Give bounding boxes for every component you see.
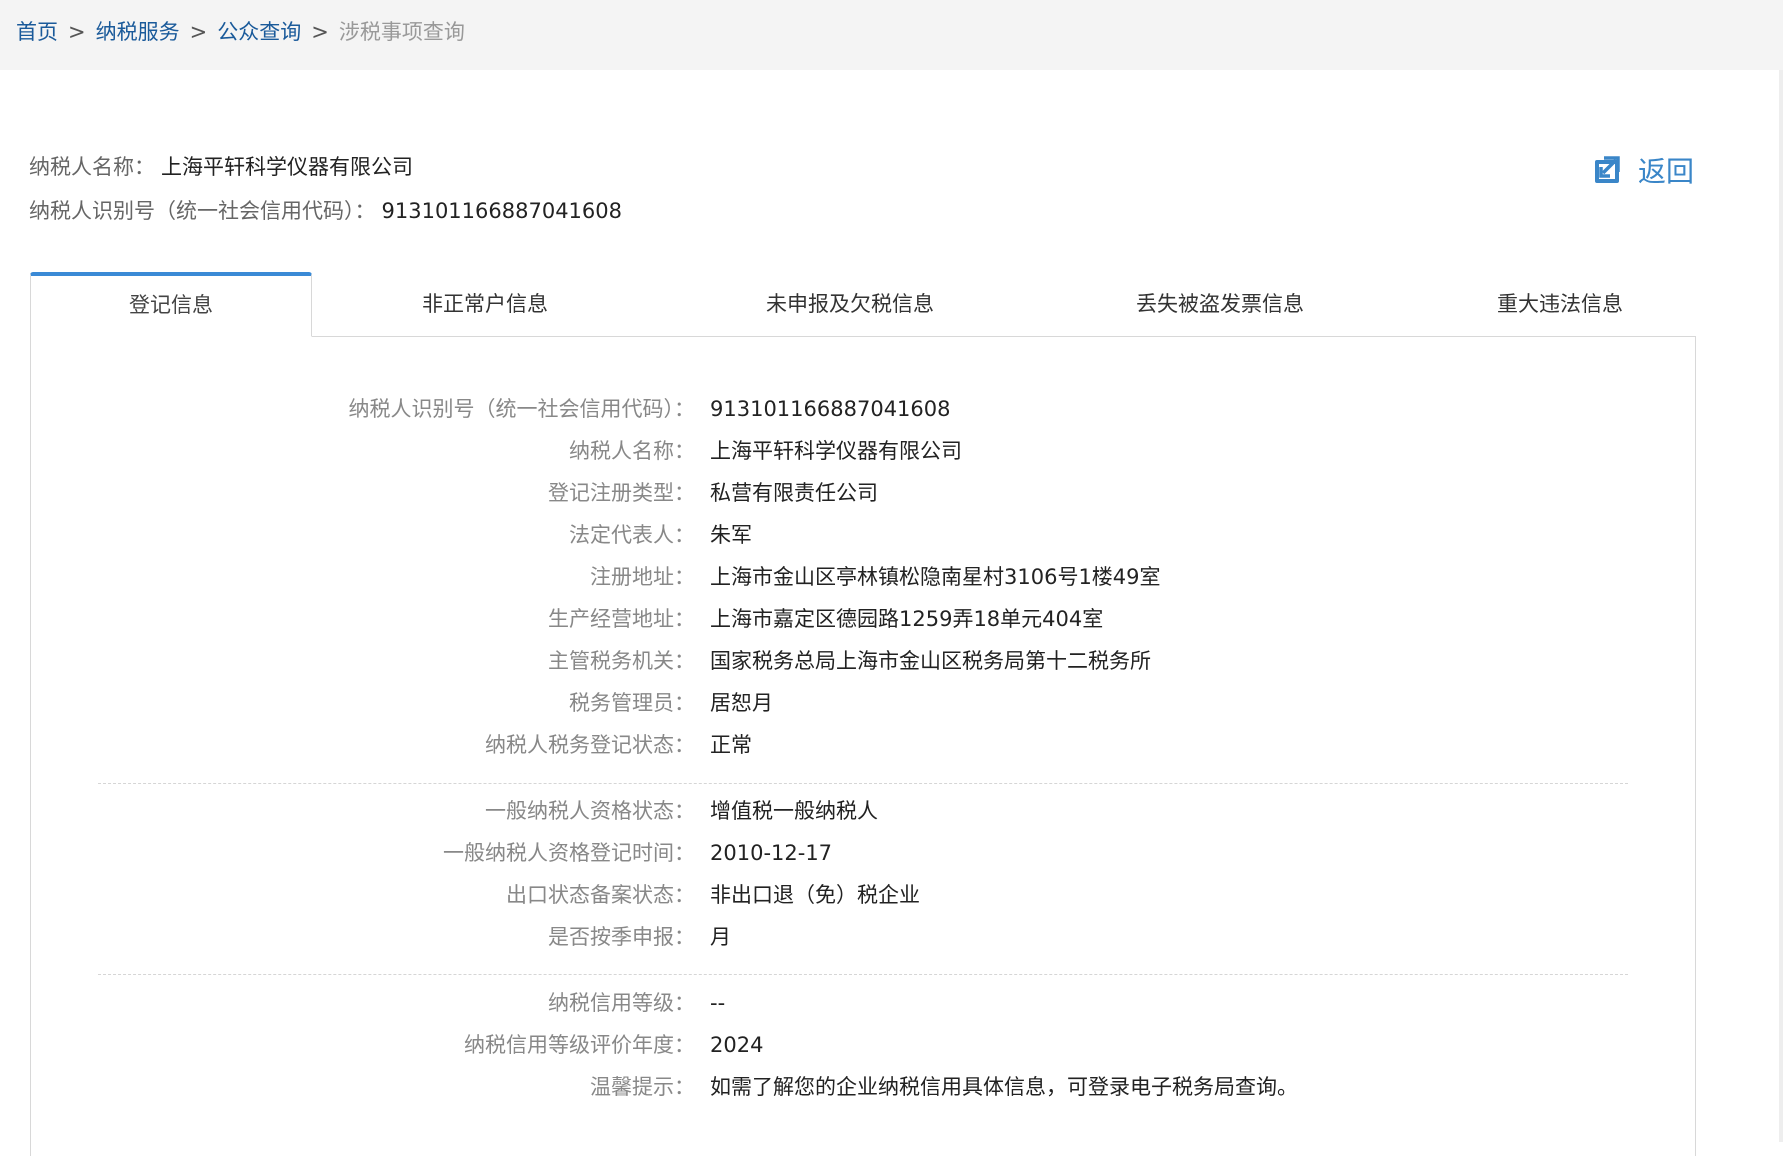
summary-name-value: 上海平轩科学仪器有限公司 — [161, 155, 413, 179]
breadcrumb-tax-service[interactable]: 纳税服务 — [96, 20, 180, 44]
info-row-general-taxpayer-date: 一般纳税人资格登记时间： 2010-12-17 — [31, 832, 1695, 874]
info-value: 正常 — [710, 733, 752, 757]
return-icon — [1592, 154, 1624, 186]
info-value: 上海平轩科学仪器有限公司 — [710, 439, 962, 463]
summary-id-label: 纳税人识别号（统一社会信用代码）： — [29, 199, 376, 223]
info-label: 一般纳税人资格状态： — [485, 799, 695, 823]
info-label: 一般纳税人资格登记时间： — [443, 841, 695, 865]
info-label: 温馨提示： — [590, 1075, 695, 1099]
info-row-registered-address: 注册地址： 上海市金山区亭林镇松隐南星村3106号1楼49室 — [31, 556, 1695, 598]
breadcrumb-separator: > — [311, 20, 329, 44]
info-value: 居恕月 — [710, 691, 773, 715]
info-value: 国家税务总局上海市金山区税务局第十二税务所 — [710, 649, 1151, 673]
back-label: 返回 — [1638, 155, 1695, 188]
info-row-general-taxpayer-status: 一般纳税人资格状态： 增值税一般纳税人 — [31, 790, 1695, 832]
back-button[interactable]: 返回 — [1592, 150, 1694, 190]
breadcrumb: 首页 > 纳税服务 > 公众查询 > 涉税事项查询 — [16, 18, 465, 46]
breadcrumb-separator: > — [68, 20, 86, 44]
info-label: 登记注册类型： — [548, 481, 695, 505]
info-value: 非出口退（免）税企业 — [710, 883, 920, 907]
summary-name-label: 纳税人名称： — [29, 155, 155, 179]
breadcrumb-home[interactable]: 首页 — [16, 20, 58, 44]
section-divider — [98, 783, 1628, 784]
info-label: 税务管理员： — [569, 691, 695, 715]
scrollbar-track[interactable] — [1779, 70, 1783, 1142]
info-value: 上海市嘉定区德园路1259弄18单元404室 — [710, 607, 1104, 631]
info-label: 出口状态备案状态： — [506, 883, 695, 907]
info-row-credit-year: 纳税信用等级评价年度： 2024 — [31, 1024, 1695, 1066]
info-label: 主管税务机关： — [548, 649, 695, 673]
info-value: 上海市金山区亭林镇松隐南星村3106号1楼49室 — [710, 565, 1161, 589]
tab-unfiled-arrears-info[interactable]: 未申报及欠税信息 — [670, 272, 1030, 336]
info-label: 纳税人税务登记状态： — [485, 733, 695, 757]
info-row-business-address: 生产经营地址： 上海市嘉定区德园路1259弄18单元404室 — [31, 598, 1695, 640]
info-row-registration-type: 登记注册类型： 私营有限责任公司 — [31, 472, 1695, 514]
tab-lost-invoice-info[interactable]: 丢失被盗发票信息 — [1040, 272, 1400, 336]
info-row-legal-representative: 法定代表人： 朱军 — [31, 514, 1695, 556]
info-value: -- — [710, 991, 726, 1015]
taxpayer-summary: 纳税人名称： 上海平轩科学仪器有限公司 纳税人识别号（统一社会信用代码）： 9131… — [29, 152, 622, 240]
info-label: 纳税人识别号（统一社会信用代码）： — [348, 397, 696, 421]
info-value: 如需了解您的企业纳税信用具体信息，可登录电子税务局查询。 — [710, 1075, 1298, 1099]
info-label: 注册地址： — [590, 565, 695, 589]
info-row-credit-rating: 纳税信用等级： -- — [31, 982, 1695, 1024]
info-value: 2010-12-17 — [710, 841, 833, 865]
info-row-tax-authority: 主管税务机关： 国家税务总局上海市金山区税务局第十二税务所 — [31, 640, 1695, 682]
info-value: 913101166887041608 — [710, 397, 951, 421]
info-row-export-status: 出口状态备案状态： 非出口退（免）税企业 — [31, 874, 1695, 916]
info-label: 纳税信用等级： — [548, 991, 695, 1015]
info-row-taxpayer-id: 纳税人识别号（统一社会信用代码）： 913101166887041608 — [31, 388, 1695, 430]
tab-abnormal-household-info[interactable]: 非正常户信息 — [330, 272, 640, 336]
section-divider — [98, 974, 1628, 975]
registration-info-panel: 纳税人识别号（统一社会信用代码）： 913101166887041608 纳税人名… — [30, 336, 1696, 1156]
info-row-tax-administrator: 税务管理员： 居恕月 — [31, 682, 1695, 724]
info-value: 月 — [710, 925, 731, 949]
summary-id-row: 纳税人识别号（统一社会信用代码）： 913101166887041608 — [29, 196, 622, 240]
summary-name-row: 纳税人名称： 上海平轩科学仪器有限公司 — [29, 152, 622, 196]
breadcrumb-public-query[interactable]: 公众查询 — [217, 20, 301, 44]
info-label: 纳税信用等级评价年度： — [464, 1033, 695, 1057]
info-row-registration-status: 纳税人税务登记状态： 正常 — [31, 724, 1695, 766]
info-value: 增值税一般纳税人 — [710, 799, 878, 823]
info-value: 朱军 — [710, 523, 752, 547]
info-label: 是否按季申报： — [548, 925, 695, 949]
top-bar: 首页 > 纳税服务 > 公众查询 > 涉税事项查询 — [0, 0, 1783, 70]
breadcrumb-separator: > — [189, 20, 208, 44]
tab-major-violation-info[interactable]: 重大违法信息 — [1390, 272, 1730, 336]
info-row-quarterly-filing: 是否按季申报： 月 — [31, 916, 1695, 958]
breadcrumb-current: 涉税事项查询 — [338, 20, 465, 44]
info-label: 生产经营地址： — [548, 607, 695, 631]
tab-bar: 登记信息 非正常户信息 未申报及欠税信息 丢失被盗发票信息 重大违法信息 — [30, 272, 1696, 337]
info-value: 2024 — [710, 1033, 764, 1057]
tab-registration-info[interactable]: 登记信息 — [30, 272, 312, 337]
info-value: 私营有限责任公司 — [710, 481, 878, 505]
info-row-tip: 温馨提示： 如需了解您的企业纳税信用具体信息，可登录电子税务局查询。 — [31, 1066, 1695, 1108]
info-row-taxpayer-name: 纳税人名称： 上海平轩科学仪器有限公司 — [31, 430, 1695, 472]
info-label: 法定代表人： — [569, 523, 695, 547]
summary-id-value: 913101166887041608 — [381, 199, 623, 223]
info-label: 纳税人名称： — [569, 439, 695, 463]
